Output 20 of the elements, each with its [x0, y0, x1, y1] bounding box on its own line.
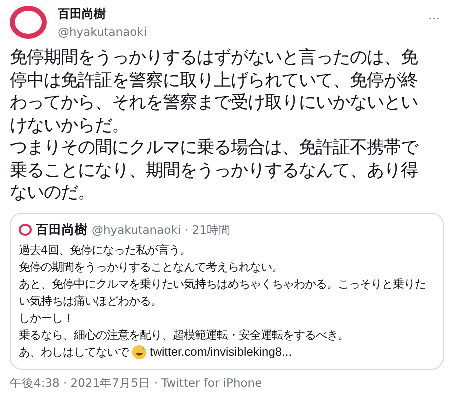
quoted-text: 過去4回、免停になった私が言う。	[19, 242, 192, 258]
tweet-text: つまりその間にクルマに乗る場合は、免許証不携帯で乗ることになり、期間をうっかりするなんて、あり得ないのだ。	[10, 137, 420, 204]
quoted-text: あ、わしはしてないで	[19, 344, 129, 360]
timestamp: 午後4:38 · 2021年7月5日 · Twitter for iPhone	[10, 376, 264, 390]
author-name: 百田尚樹	[36, 222, 88, 238]
avatar[interactable]	[10, 6, 47, 39]
avatar	[19, 224, 32, 236]
quoted-text: 免停の期間をうっかりすることなんて考えられない。	[19, 258, 284, 276]
author-handle: @hyakutanaoki	[58, 25, 148, 39]
quoted-tweet[interactable]: 百田尚樹 @hyakutanaoki · 21時間 過去4回、免停になった私が言う。 免停の期間をうっかりすることなんて考えられない。 あと、免停中にクルマを乗りたい気持ちはめちゃくちゃわかる。こっそりと乗りたい気持ちは痛いほどわかる。 しかーし！ 乗るなら、細心の注意を配り、超模範運転・安全運転をするべき。 あ、わしはしてないで twitter.com/invisibleking8...	[10, 212, 444, 370]
tweet-text: 免停期間をうっかりするはずがないと言ったのは、免停中は免許証を警察に取り上げられていて、免停が終わってから、それを警察まで受け取りにいかないといけないからだ。	[10, 47, 419, 137]
author-name[interactable]: 百田尚樹	[58, 6, 418, 23]
tweet-link[interactable]: twitter.com/invisibleking8...	[150, 344, 292, 360]
emoji-icon	[132, 344, 147, 360]
post-time: · 21時間	[185, 222, 231, 238]
author-handle: @hyakutanaoki	[92, 223, 182, 237]
quoted-text: あと、免停中にクルマを乗りたい気持ちはめちゃくちゃわかる。こっそりと乗りたい気持ちは痛いほどわかる。	[19, 276, 427, 310]
more-menu[interactable]: ···	[428, 12, 440, 26]
quoted-text: しかーし！	[19, 310, 75, 326]
quoted-text: 乗るなら、細心の注意を配り、超模範運転・安全運転をするべき。	[19, 326, 350, 344]
